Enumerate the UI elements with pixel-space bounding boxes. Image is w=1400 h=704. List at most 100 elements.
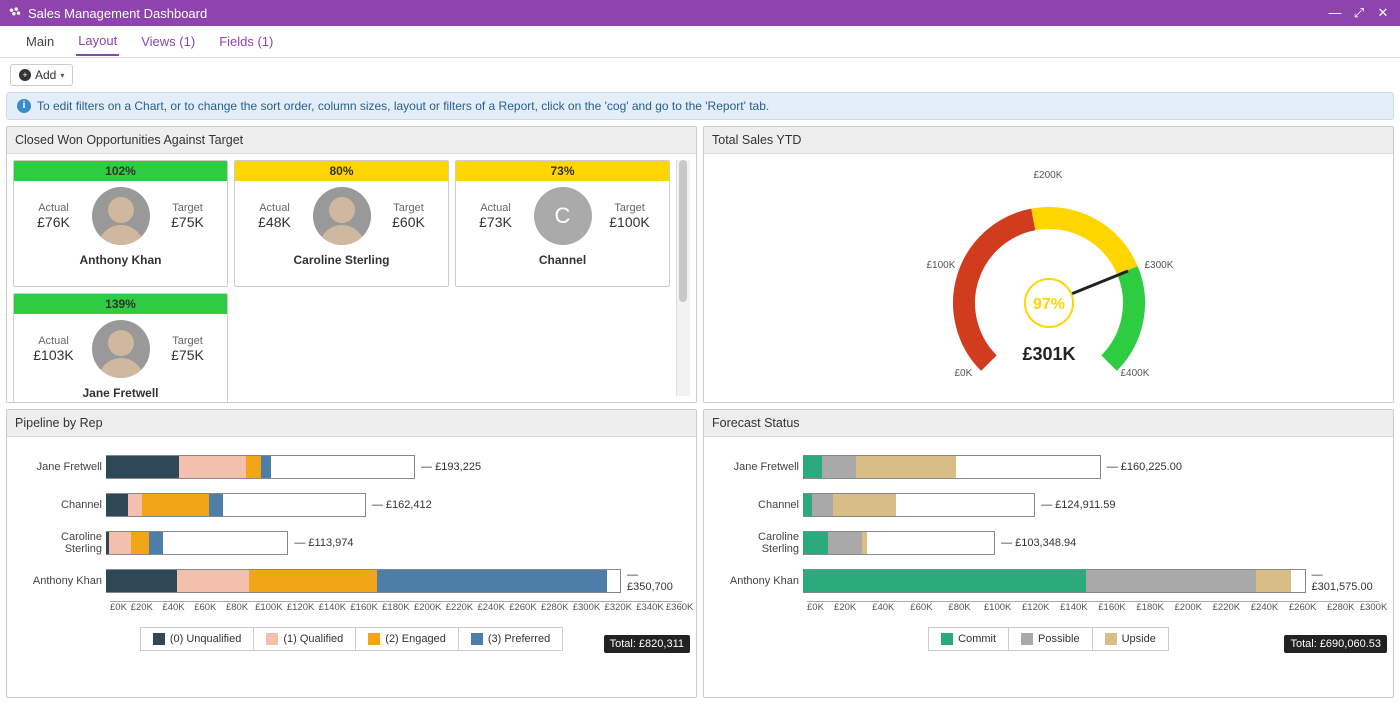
row-total: — £103,348.94 bbox=[1001, 537, 1076, 549]
bar-segment[interactable] bbox=[856, 456, 957, 478]
dashboard-icon bbox=[8, 5, 22, 22]
panel-title: Total Sales YTD bbox=[704, 127, 1393, 154]
panel-pipeline-by-rep: Pipeline by Rep Jane Fretwell— £193,225C… bbox=[6, 409, 697, 698]
gauge-tick: £400K bbox=[1121, 368, 1150, 379]
bar-row: Caroline Sterling — £113,974 bbox=[21, 525, 682, 561]
tab-main[interactable]: Main bbox=[24, 28, 56, 55]
bar-segment[interactable] bbox=[1256, 570, 1291, 592]
legend-item[interactable]: (0) Unqualified bbox=[141, 628, 255, 650]
view-tabs: Main Layout Views (1) Fields (1) bbox=[0, 26, 1400, 58]
legend-item[interactable]: (2) Engaged bbox=[356, 628, 459, 650]
tab-fields[interactable]: Fields (1) bbox=[217, 28, 275, 55]
row-total: — £113,974 bbox=[294, 537, 353, 549]
row-total: — £162,412 bbox=[372, 499, 432, 511]
maximize-icon[interactable]: ⤢ bbox=[1350, 5, 1368, 21]
gauge-tick: £200K bbox=[1034, 170, 1063, 181]
row-total: — £301,575.00 bbox=[1312, 569, 1379, 593]
bar-segment[interactable] bbox=[862, 532, 867, 554]
actual-value: £103K bbox=[24, 347, 84, 363]
legend-item[interactable]: (3) Preferred bbox=[459, 628, 562, 650]
close-icon[interactable]: ✕ bbox=[1374, 5, 1392, 21]
window-title: Sales Management Dashboard bbox=[28, 6, 1326, 21]
chevron-down-icon: ▾ bbox=[60, 71, 64, 80]
bar-segment[interactable] bbox=[249, 570, 378, 592]
bar-segment[interactable] bbox=[106, 570, 177, 592]
panel-closed-won: Closed Won Opportunities Against Target … bbox=[6, 126, 697, 403]
bar-segment[interactable] bbox=[177, 570, 248, 592]
gauge-tick: £0K bbox=[955, 368, 973, 379]
row-total: — £124,911.59 bbox=[1041, 499, 1115, 511]
scrollbar[interactable] bbox=[676, 160, 690, 396]
category-label: Anthony Khan bbox=[21, 575, 106, 587]
bar-segment[interactable] bbox=[142, 494, 209, 516]
legend-item[interactable]: (1) Qualified bbox=[254, 628, 356, 650]
bar-segment[interactable] bbox=[1086, 570, 1256, 592]
rep-card[interactable]: 80%Actual£48KTarget£60KCaroline Sterling bbox=[234, 160, 449, 287]
forecast-chart: Jane Fretwell— £160,225.00Channel— £124,… bbox=[710, 443, 1387, 621]
bar-segment[interactable] bbox=[377, 570, 606, 592]
target-label: Target bbox=[158, 202, 218, 214]
tab-layout[interactable]: Layout bbox=[76, 27, 119, 56]
rep-card[interactable]: 139%Actual£103KTarget£75KJane Fretwell bbox=[13, 293, 228, 402]
bar-segment[interactable] bbox=[149, 532, 164, 554]
bar-segment[interactable] bbox=[803, 532, 828, 554]
bar-segment[interactable] bbox=[803, 456, 822, 478]
bar-segment[interactable] bbox=[828, 532, 862, 554]
actual-label: Actual bbox=[24, 202, 84, 214]
panel-title: Pipeline by Rep bbox=[7, 410, 696, 437]
bar-segment[interactable] bbox=[261, 456, 271, 478]
category-label: Caroline Sterling bbox=[21, 531, 106, 555]
toolbar: + Add ▾ bbox=[0, 58, 1400, 92]
forecast-legend: CommitPossible Upside bbox=[928, 627, 1169, 651]
rep-card[interactable]: 73%Actual£73KCTarget£100KChannel bbox=[455, 160, 670, 287]
bar-segment[interactable] bbox=[128, 494, 142, 516]
total-badge: Total: £690,060.53 bbox=[1284, 635, 1387, 653]
percent-badge: 139% bbox=[14, 294, 227, 314]
bar-segment[interactable] bbox=[109, 532, 132, 554]
info-icon: i bbox=[17, 99, 31, 113]
minimize-icon[interactable]: — bbox=[1326, 5, 1344, 21]
tab-views[interactable]: Views (1) bbox=[139, 28, 197, 55]
add-button[interactable]: + Add ▾ bbox=[10, 64, 73, 86]
legend-swatch bbox=[1021, 633, 1033, 645]
legend-label: (2) Engaged bbox=[385, 633, 446, 645]
percent-badge: 102% bbox=[14, 161, 227, 181]
legend-swatch bbox=[368, 633, 380, 645]
x-axis-ticks: £0K£20K£40K£60K£80K£100K£120K£140K£160K£… bbox=[110, 602, 682, 613]
legend-label: (3) Preferred bbox=[488, 633, 550, 645]
bar-segment[interactable] bbox=[106, 456, 179, 478]
legend-item[interactable]: Upside bbox=[1093, 628, 1168, 650]
legend-swatch bbox=[153, 633, 165, 645]
bar-row: Jane Fretwell— £160,225.00 bbox=[718, 449, 1379, 485]
avatar bbox=[92, 320, 150, 378]
bar-row: Caroline Sterling— £103,348.94 bbox=[718, 525, 1379, 561]
actual-value: £48K bbox=[245, 214, 305, 230]
bar-segment[interactable] bbox=[833, 494, 896, 516]
bar-segment[interactable] bbox=[812, 494, 833, 516]
panel-title: Closed Won Opportunities Against Target bbox=[7, 127, 696, 154]
legend-item[interactable]: Possible bbox=[1009, 628, 1093, 650]
bar-segment[interactable] bbox=[822, 456, 856, 478]
legend-label: (0) Unqualified bbox=[170, 633, 242, 645]
bar-segment[interactable] bbox=[106, 494, 128, 516]
bar-segment[interactable] bbox=[803, 494, 812, 516]
panel-forecast-status: Forecast Status Jane Fretwell— £160,225.… bbox=[703, 409, 1394, 698]
bar-segment[interactable] bbox=[209, 494, 223, 516]
rep-name: Jane Fretwell bbox=[14, 380, 227, 400]
plus-icon: + bbox=[19, 69, 31, 81]
avatar bbox=[92, 187, 150, 245]
actual-value: £73K bbox=[466, 214, 526, 230]
bar-segment[interactable] bbox=[179, 456, 246, 478]
target-label: Target bbox=[600, 202, 660, 214]
pipeline-legend: (0) Unqualified (1) Qualified (2) Engaged (… bbox=[140, 627, 563, 651]
bar-segment[interactable] bbox=[803, 570, 1086, 592]
bar-segment[interactable] bbox=[131, 532, 149, 554]
bar-segment[interactable] bbox=[246, 456, 261, 478]
legend-item[interactable]: Commit bbox=[929, 628, 1009, 650]
avatar bbox=[313, 187, 371, 245]
rep-card[interactable]: 102%Actual£76KTarget£75KAnthony Khan bbox=[13, 160, 228, 287]
legend-label: Upside bbox=[1122, 633, 1156, 645]
actual-label: Actual bbox=[24, 335, 84, 347]
actual-value: £76K bbox=[24, 214, 84, 230]
target-value: £100K bbox=[600, 214, 660, 230]
